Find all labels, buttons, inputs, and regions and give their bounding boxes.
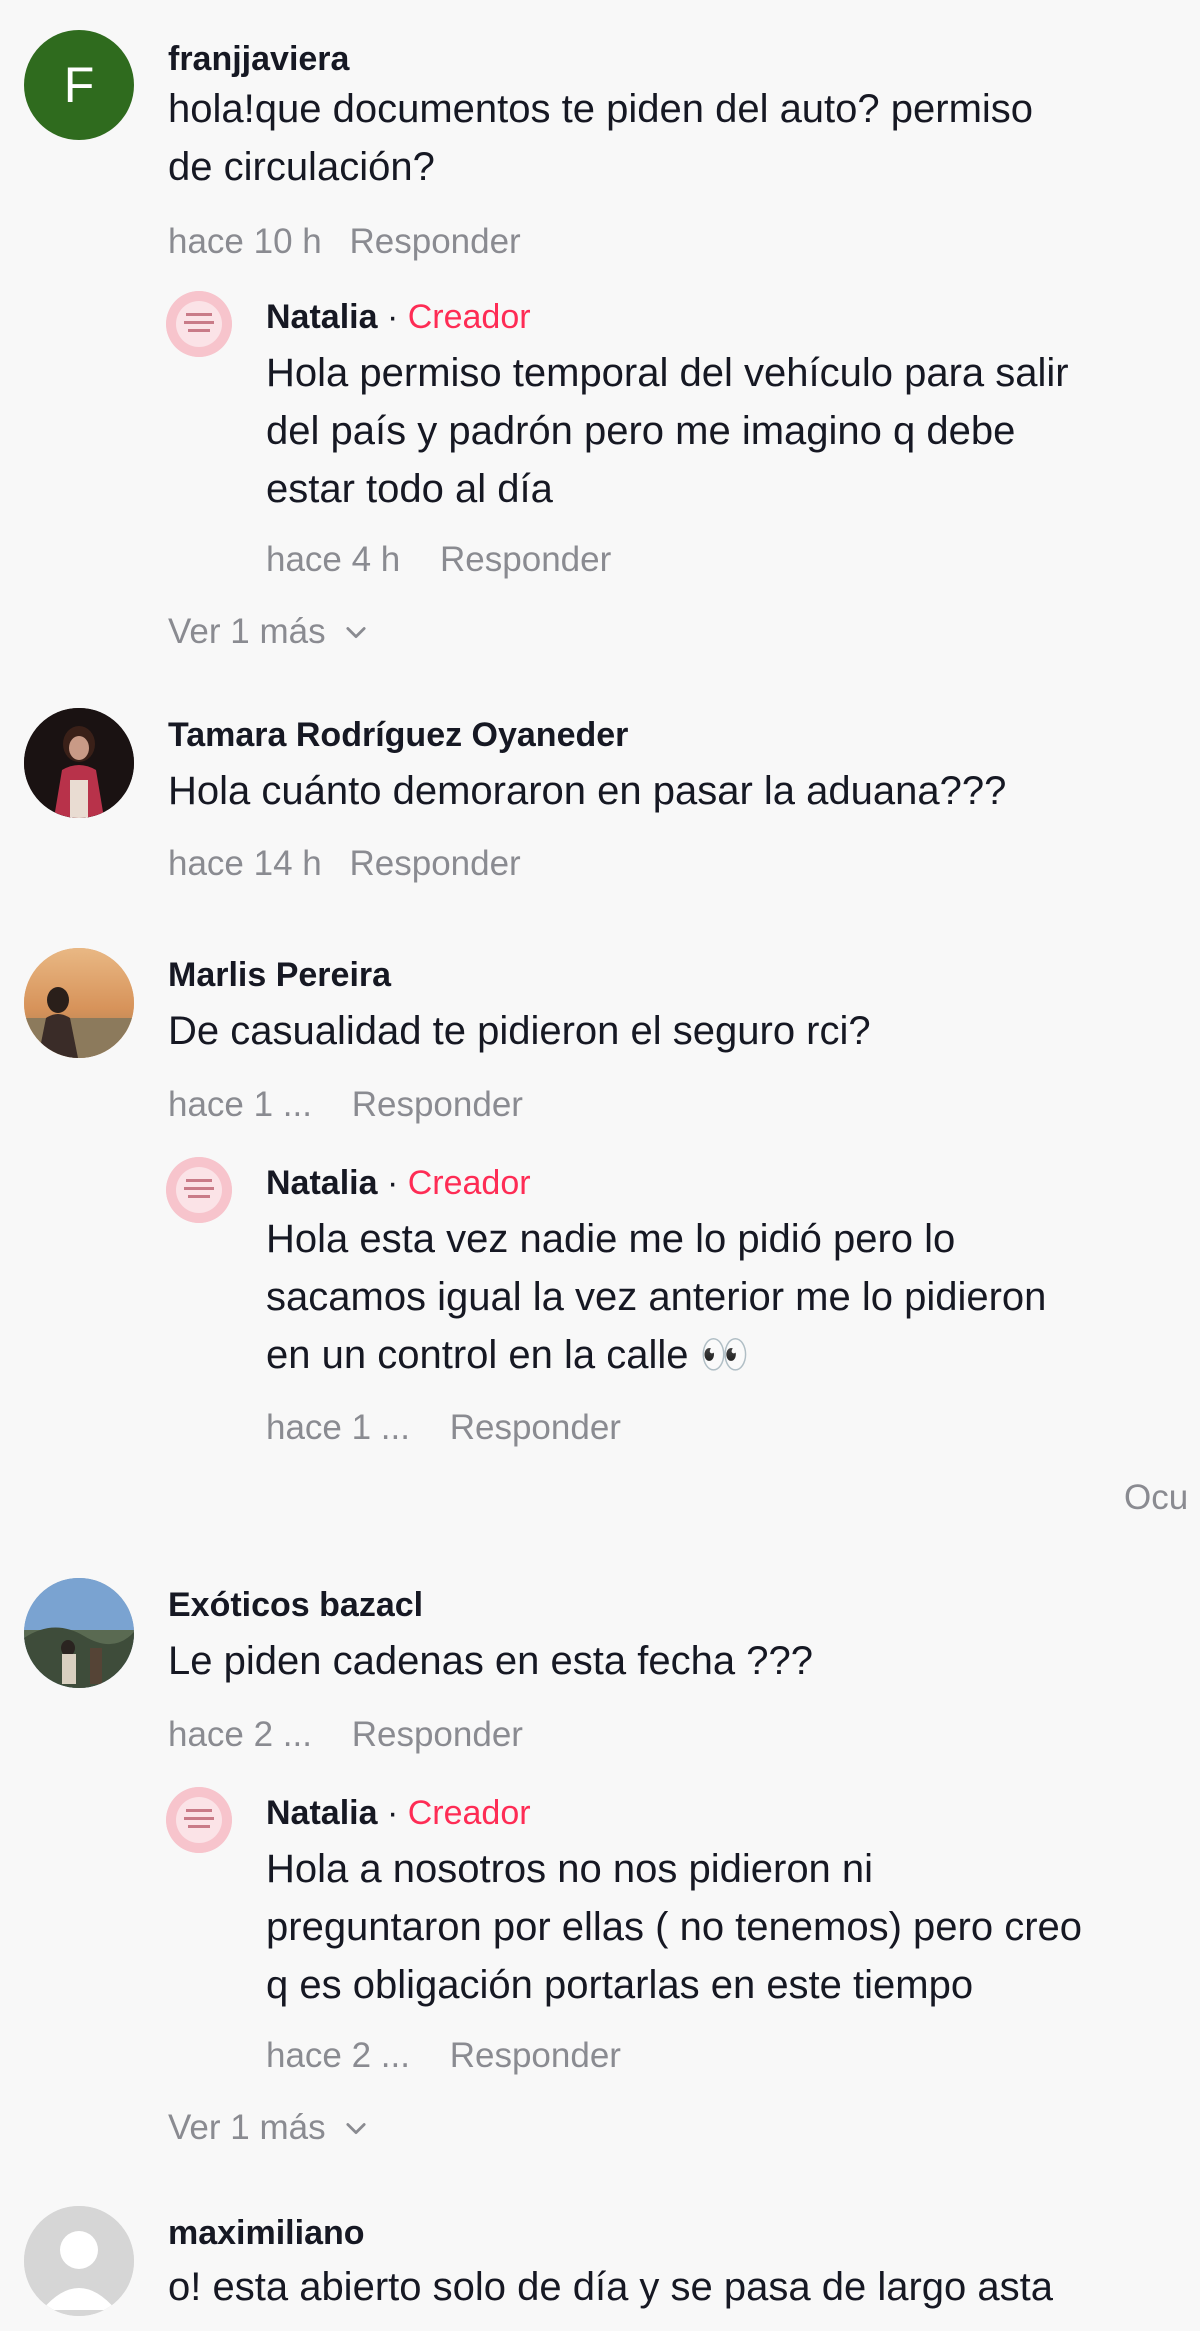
creator-avatar-art [166,1157,232,1223]
comment-timestamp: hace 1 ... [168,1085,312,1124]
reply-button[interactable]: Responder [352,1715,523,1754]
view-more-label: Ver 1 más [168,2108,326,2147]
view-more-label: Ver 1 más [168,612,326,651]
comment-text-line: o! esta abierto solo de día y se pasa de… [168,2265,1054,2309]
comment-timestamp: hace 14 h [168,844,322,883]
reply-text-line: en un control en la calle 👀 [266,1333,750,1377]
view-more-replies[interactable]: Ver 1 más [168,612,370,652]
reply-text-line: Hola esta vez nadie me lo pidió pero lo [266,1217,956,1261]
avatar-letter: F [63,57,95,113]
reply-button[interactable]: Responder [440,540,611,579]
creator-avatar[interactable] [166,291,232,357]
avatar-photo [24,708,134,818]
reply-button[interactable]: Responder [349,844,520,883]
creator-badge: Creador [407,298,531,336]
reply-text-line: sacamos igual la vez anterior me lo pidi… [266,1275,1047,1319]
reply-username-row: Natalia · Creador [266,1794,531,1833]
reply-timestamp: hace 4 h [266,540,401,579]
comment-meta: hace 10 h Responder [168,222,521,262]
reply-text-line: q es obligación portarlas en este tiempo [266,1963,974,2007]
reply-text: Hola a nosotros no nos pidieron ni pregu… [266,1840,1082,2014]
comment-text-line: De casualidad te pidieron el seguro rci? [168,1009,871,1053]
chevron-down-icon [346,2123,366,2135]
reply-username[interactable]: Natalia [266,298,378,336]
reply-username-row: Natalia · Creador [266,1164,531,1203]
reply-timestamp: hace 2 ... [266,2036,410,2075]
creator-avatar-art [166,1787,232,1853]
reply-text: Hola permiso temporal del vehículo para … [266,344,1069,518]
reply-meta: hace 4 h Responder [266,540,611,580]
avatar[interactable] [24,948,134,1058]
avatar[interactable] [24,2206,134,2316]
comment-meta: hace 14 h Responder [168,844,521,884]
comment-text: De casualidad te pidieron el seguro rci? [168,1002,871,1060]
comment-username[interactable]: franjjaviera [168,40,349,79]
avatar[interactable]: F [24,30,134,140]
hide-replies[interactable]: Ocu [1124,1478,1188,1518]
comment-username[interactable]: Tamara Rodríguez Oyaneder [168,716,628,755]
reply-meta: hace 1 ... Responder [266,1408,621,1448]
separator: · [386,298,399,336]
comment-text: o! esta abierto solo de día y se pasa de… [168,2258,1053,2316]
reply-text-line: preguntaron por ellas ( no tenemos) pero… [266,1905,1083,1949]
reply-username[interactable]: Natalia [266,1794,378,1832]
reply-text-line: Hola permiso temporal del vehículo para … [266,351,1069,395]
reply-button[interactable]: Responder [450,1408,621,1447]
comment-timestamp: hace 10 h [168,222,322,261]
avatar[interactable] [24,708,134,818]
default-avatar-icon [24,2206,134,2316]
comment-meta: hace 1 ... Responder [168,1085,523,1125]
reply-username[interactable]: Natalia [266,1164,378,1202]
comment-text-line: Hola cuánto demoraron en pasar la aduana… [168,769,1007,813]
comment-username[interactable]: Marlis Pereira [168,956,391,995]
comment-text-line: hola!que documentos te piden del auto? p… [168,87,1034,131]
comment-text: Hola cuánto demoraron en pasar la aduana… [168,762,1006,820]
creator-badge: Creador [407,1794,531,1832]
comment-text: Le piden cadenas en esta fecha ??? [168,1632,813,1690]
creator-badge: Creador [407,1164,531,1202]
reply-button[interactable]: Responder [349,222,520,261]
comment-timestamp: hace 2 ... [168,1715,312,1754]
comment-text-line: de circulación? [168,145,435,189]
comment-username[interactable]: maximiliano [168,2214,365,2253]
creator-avatar-art [166,291,232,357]
comment-text: hola!que documentos te piden del auto? p… [168,80,1033,196]
avatar-photo [24,1578,134,1688]
reply-text-line: Hola a nosotros no nos pidieron ni [266,1847,874,1891]
chevron-down-icon [346,627,366,639]
avatar-photo [24,948,134,1058]
comment-text-line: Le piden cadenas en esta fecha ??? [168,1639,813,1683]
creator-avatar[interactable] [166,1157,232,1223]
separator: · [386,1164,399,1202]
avatar[interactable] [24,1578,134,1688]
creator-avatar[interactable] [166,1787,232,1853]
reply-text-line: estar todo al día [266,467,553,511]
view-more-replies[interactable]: Ver 1 más [168,2108,370,2148]
comment-meta: hace 2 ... Responder [168,1715,523,1755]
reply-button[interactable]: Responder [450,2036,621,2075]
comment-username[interactable]: Exóticos bazacl [168,1586,423,1625]
reply-button[interactable]: Responder [352,1085,523,1124]
reply-text-line: del país y padrón pero me imagino q debe [266,409,1016,453]
reply-text: Hola esta vez nadie me lo pidió pero lo … [266,1210,1046,1384]
reply-meta: hace 2 ... Responder [266,2036,621,2076]
reply-timestamp: hace 1 ... [266,1408,410,1447]
reply-username-row: Natalia · Creador [266,298,531,337]
separator: · [386,1794,399,1832]
